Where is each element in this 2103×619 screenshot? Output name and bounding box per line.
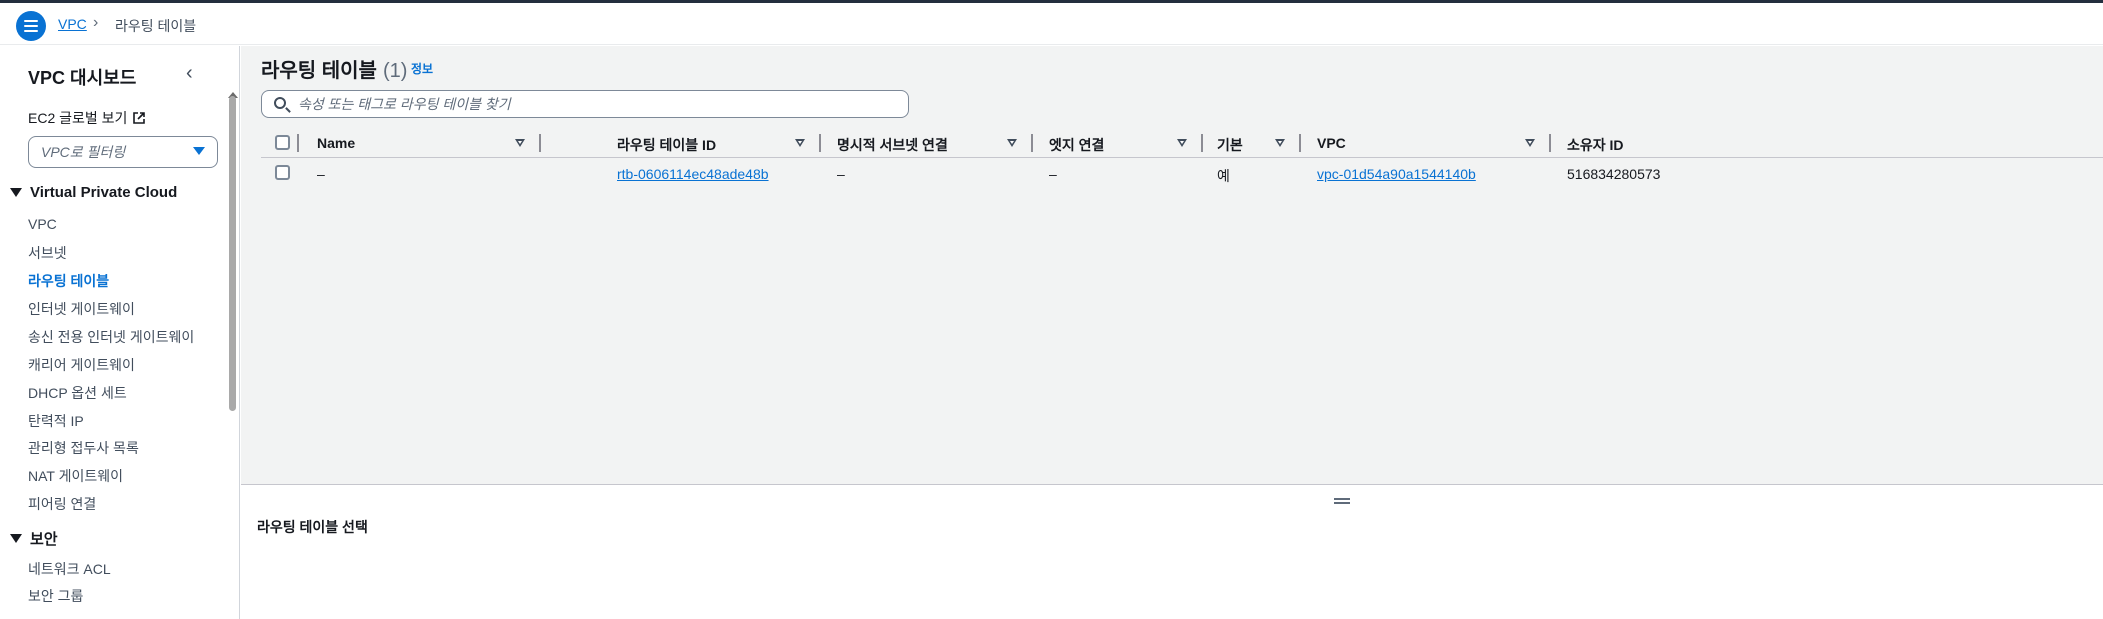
- sidebar: VPC 대시보드 ‹ EC2 글로벌 보기 VPC로 필터링 Virtual P…: [0, 46, 240, 619]
- info-link[interactable]: 정보: [411, 60, 433, 77]
- sidebar-item-internet-gateways[interactable]: 인터넷 게이트웨이: [28, 299, 135, 319]
- sidebar-item-security-groups[interactable]: 보안 그룹: [28, 586, 83, 606]
- resize-handle-icon[interactable]: [1334, 498, 1350, 504]
- table-row[interactable]: – rtb-0606114ec48ade48b – – 예 vpc-01d54a…: [261, 158, 2103, 190]
- sort-icon[interactable]: [1525, 139, 1535, 147]
- sort-icon[interactable]: [795, 139, 805, 147]
- breadcrumb-current: 라우팅 테이블: [115, 18, 197, 34]
- column-divider[interactable]: [1549, 134, 1551, 152]
- header: VPC › 라우팅 테이블: [0, 3, 2103, 45]
- breadcrumb-vpc[interactable]: VPC: [58, 16, 87, 32]
- sidebar-item-elastic-ips[interactable]: 탄력적 IP: [28, 411, 84, 431]
- column-divider[interactable]: [1299, 134, 1301, 152]
- column-divider[interactable]: [539, 134, 541, 152]
- sidebar-item-route-tables[interactable]: 라우팅 테이블: [28, 271, 109, 291]
- sort-icon[interactable]: [515, 139, 525, 147]
- column-header-explicit-subnet[interactable]: 명시적 서브넷 연결: [837, 135, 948, 155]
- cell-explicit-subnet: –: [837, 166, 845, 182]
- select-all-checkbox[interactable]: [275, 135, 290, 150]
- section-virtual-private-cloud[interactable]: Virtual Private Cloud: [10, 184, 177, 201]
- resource-count: (1): [382, 60, 408, 82]
- caret-down-icon: [193, 147, 205, 155]
- cell-vpc-link[interactable]: vpc-01d54a90a1544140b: [1317, 166, 1476, 182]
- external-link-icon: [133, 112, 146, 124]
- cell-edge-associations: –: [1049, 166, 1057, 182]
- ec2-global-view-label: EC2 글로벌 보기: [28, 110, 128, 126]
- column-header-route-table-id[interactable]: 라우팅 테이블 ID: [617, 135, 716, 155]
- sidebar-item-managed-prefix-lists[interactable]: 관리형 접두사 목록: [28, 438, 139, 458]
- sidebar-item-dhcp-option-sets[interactable]: DHCP 옵션 세트: [28, 383, 127, 403]
- cell-route-table-id-link[interactable]: rtb-0606114ec48ade48b: [617, 166, 769, 182]
- cell-main: 예: [1217, 168, 1230, 184]
- split-panel: 라우팅 테이블 선택: [241, 484, 2103, 619]
- row-checkbox[interactable]: [275, 165, 290, 180]
- column-header-owner-id[interactable]: 소유자 ID: [1567, 135, 1624, 155]
- column-divider[interactable]: [297, 134, 299, 152]
- section-security[interactable]: 보안: [10, 528, 58, 549]
- sidebar-item-network-acls[interactable]: 네트워크 ACL: [28, 559, 111, 579]
- sidebar-item-egress-only-igw[interactable]: 송신 전용 인터넷 게이트웨이: [28, 327, 194, 347]
- sidebar-title[interactable]: VPC 대시보드: [28, 64, 136, 90]
- chevron-right-icon: ›: [93, 14, 99, 31]
- column-header-vpc[interactable]: VPC: [1317, 135, 1346, 151]
- vpc-filter-placeholder: VPC로 필터링: [41, 144, 126, 160]
- ec2-global-view-link[interactable]: EC2 글로벌 보기: [28, 108, 146, 128]
- route-tables-table: Name 라우팅 테이블 ID 명시적 서브넷 연결 엣지 연결 기본 VPC …: [261, 128, 2103, 190]
- vpc-filter-select[interactable]: VPC로 필터링: [28, 136, 218, 168]
- table-header: Name 라우팅 테이블 ID 명시적 서브넷 연결 엣지 연결 기본 VPC …: [261, 128, 2103, 158]
- split-panel-title: 라우팅 테이블 선택: [257, 519, 368, 535]
- search-box[interactable]: [261, 90, 909, 118]
- sort-icon[interactable]: [1275, 139, 1285, 147]
- column-header-edge-associations[interactable]: 엣지 연결: [1049, 135, 1104, 155]
- column-header-name[interactable]: Name: [317, 135, 355, 151]
- hamburger-menu-icon[interactable]: [16, 11, 46, 41]
- sidebar-item-peering-connections[interactable]: 피어링 연결: [28, 494, 96, 514]
- column-divider[interactable]: [819, 134, 821, 152]
- sort-icon[interactable]: [1007, 139, 1017, 147]
- column-divider[interactable]: [1031, 134, 1033, 152]
- collapse-sidebar-icon[interactable]: ‹: [186, 62, 193, 85]
- section-label: 보안: [30, 531, 58, 548]
- search-input[interactable]: [298, 94, 898, 114]
- page-title-text: 라우팅 테이블: [261, 60, 377, 82]
- sidebar-scrollbar[interactable]: [229, 96, 236, 411]
- sidebar-item-nat-gateways[interactable]: NAT 게이트웨이: [28, 466, 123, 486]
- column-divider[interactable]: [1201, 134, 1203, 152]
- caret-down-icon: [10, 534, 22, 543]
- caret-down-icon: [10, 188, 22, 197]
- sidebar-item-subnets[interactable]: 서브넷: [28, 243, 67, 263]
- cell-owner-id: 516834280573: [1567, 166, 1661, 182]
- search-icon: [274, 97, 286, 109]
- sort-icon[interactable]: [1177, 139, 1187, 147]
- sidebar-item-vpc[interactable]: VPC: [28, 216, 57, 232]
- column-header-main[interactable]: 기본: [1217, 135, 1243, 155]
- section-label: Virtual Private Cloud: [30, 184, 178, 201]
- main-content: 라우팅 테이블 (1) 정보 Name 라우팅 테이블 ID 명시적 서브넷 연…: [241, 46, 2103, 484]
- cell-name: –: [317, 166, 325, 182]
- sidebar-item-carrier-gateways[interactable]: 캐리어 게이트웨이: [28, 355, 135, 375]
- page-title: 라우팅 테이블 (1): [261, 54, 407, 83]
